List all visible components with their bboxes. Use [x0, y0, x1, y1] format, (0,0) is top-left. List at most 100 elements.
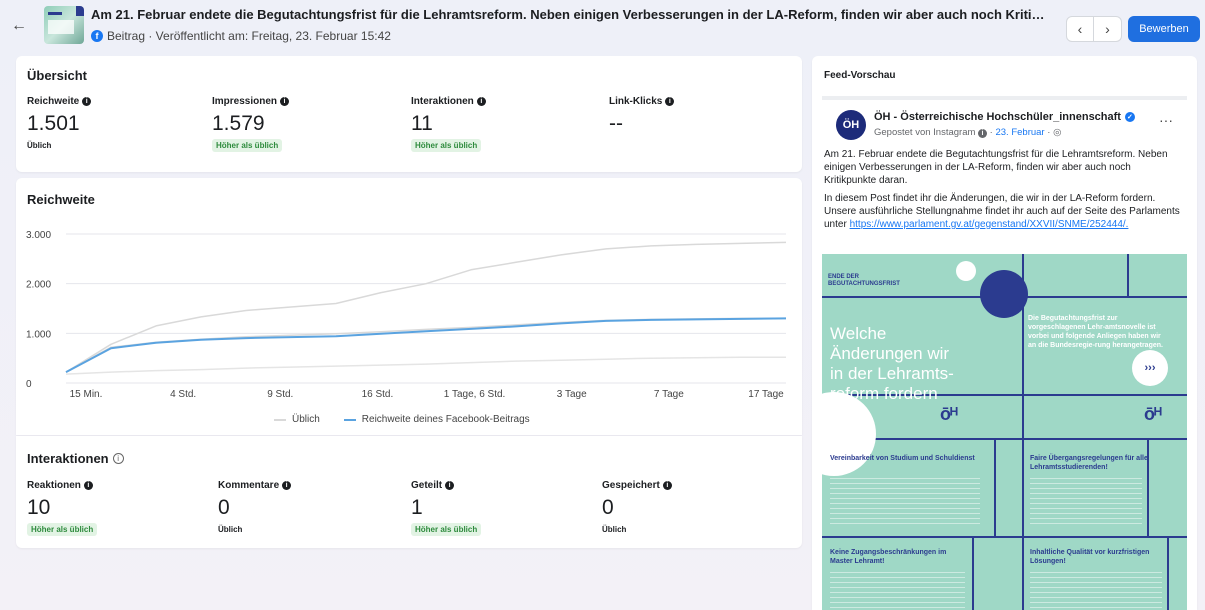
x-tick-label: 15 Min. — [70, 389, 103, 400]
chevron-left-icon: ‹ — [1077, 21, 1083, 37]
status-badge: Höher als üblich — [411, 523, 482, 536]
metric-label: Reaktionen — [27, 480, 81, 491]
metric-value: 10 — [27, 496, 51, 519]
info-icon[interactable]: i — [282, 481, 292, 490]
interactions-title: Interaktionen i — [27, 451, 124, 466]
poster-tag: ENDE DER BEGUTACHTUNGSFRIST — [828, 274, 900, 287]
y-tick-label: 3.000 — [26, 230, 51, 241]
post-date[interactable]: 23. Februar — [995, 127, 1044, 138]
info-icon[interactable]: i — [112, 453, 124, 464]
arrow-left-icon: ← — [11, 17, 27, 34]
verified-badge-icon: ✓ — [1124, 112, 1135, 122]
posted-via: Gepostet von Instagram i · 23. Februar ·… — [874, 127, 1062, 138]
metric-value: 0 — [602, 496, 614, 519]
info-icon[interactable]: i — [445, 481, 455, 490]
poster-box-body — [830, 572, 965, 610]
poster-box-body — [1030, 572, 1162, 610]
metric-interactions: Interaktionen i 11 Höher als üblich — [411, 96, 486, 153]
info-icon[interactable]: i — [476, 97, 486, 106]
poster-divider — [822, 438, 1187, 440]
info-icon[interactable]: i — [82, 97, 92, 106]
info-icon: i — [978, 129, 988, 138]
x-tick-label: 17 Tage — [748, 389, 784, 400]
page-name[interactable]: ÖH - Österreichische Hochschüler_innensc… — [874, 111, 1135, 123]
metric-value: -- — [609, 112, 623, 135]
metric-label: Gespeichert — [602, 480, 660, 491]
metric-reach: Reichweite i 1.501 Üblich — [27, 96, 92, 153]
facebook-post-preview: ÖH ÖH - Österreichische Hochschüler_inne… — [822, 96, 1187, 610]
metric-value: 1.579 — [212, 112, 265, 135]
legend-item-typical[interactable]: Üblich — [274, 414, 320, 425]
metric-label: Interaktionen — [411, 96, 474, 107]
x-tick-label: 9 Std. — [267, 389, 293, 400]
y-tick-label: 2.000 — [26, 280, 51, 291]
oeh-logo: ōᴴ — [1144, 404, 1162, 424]
info-icon[interactable]: i — [665, 97, 675, 106]
chart-legend: Üblich Reichweite deines Facebook-Beitra… — [274, 414, 530, 425]
overview-title: Übersicht — [27, 68, 87, 83]
avatar[interactable]: ÖH — [836, 110, 866, 140]
feed-preview-title: Feed-Vorschau — [824, 70, 896, 81]
metric-value: 1 — [411, 496, 423, 519]
previous-post-button[interactable]: ‹ — [1066, 16, 1094, 42]
x-tick-label: 7 Tage — [654, 389, 684, 400]
thumbnail-badge — [76, 6, 84, 16]
legend-label: Üblich — [292, 414, 320, 425]
poster-divider — [972, 538, 974, 610]
facebook-icon: f — [91, 30, 103, 42]
metric-shares: Geteilt i 1 Höher als üblich — [411, 480, 482, 537]
reach-card: Reichweite 3.000 2.000 1.000 0 15 Min. 4 Std.… — [16, 178, 802, 435]
status-badge: Höher als üblich — [27, 523, 98, 536]
poster-dot — [956, 261, 976, 281]
boost-button[interactable]: Bewerben — [1128, 16, 1200, 42]
oeh-logo: ōᴴ — [940, 404, 958, 424]
status-badge: Üblich — [27, 141, 52, 150]
poster-headline: Welche Änderungen wir in der Lehramts- r… — [830, 324, 954, 403]
post-header: ← Am 21. Februar endete die Begutachtung… — [0, 0, 1205, 52]
metric-link-clicks: Link-Klicks i -- — [609, 96, 675, 135]
chevron-right-icon: › — [1105, 21, 1110, 37]
status-badge: Höher als üblich — [212, 139, 283, 152]
metric-value: 11 — [411, 112, 433, 135]
parliament-link[interactable]: https://www.parlament.gv.at/gegenstand/X… — [850, 219, 1129, 230]
post-paragraph: In diesem Post findet ihr die Änderungen… — [824, 192, 1185, 231]
poster-divider — [1127, 254, 1129, 296]
post-meta-text: Beitrag · Veröffentlicht am: Freitag, 23… — [107, 29, 391, 43]
legend-swatch — [274, 418, 286, 421]
feed-preview-card: Feed-Vorschau ÖH ÖH - Österreichische Ho… — [812, 56, 1197, 610]
poster-box-title: Inhaltliche Qualität vor kurzfristigen L… — [1030, 549, 1150, 565]
x-tick-label: 3 Tage — [557, 389, 587, 400]
more-options-button[interactable]: ··· — [1159, 112, 1173, 128]
post-paragraph: Am 21. Februar endete die Begutachtungsf… — [824, 149, 1168, 186]
overview-card: Übersicht Reichweite i 1.501 Üblich Impre… — [16, 56, 802, 172]
interactions-card: Interaktionen i Reaktionen i 10 Höher als… — [16, 436, 802, 548]
reach-chart: 3.000 2.000 1.000 0 15 Min. 4 Std. 9 Std. 16 St… — [26, 230, 787, 400]
poster-dot — [822, 392, 876, 476]
next-post-button[interactable]: › — [1094, 16, 1122, 42]
post-thumbnail[interactable] — [44, 6, 84, 44]
poster-box-title: Faire Übergangsregelungen für alle Lehra… — [1030, 455, 1148, 471]
post-body: Am 21. Februar endete die Begutachtungsf… — [822, 148, 1187, 236]
poster-box-body — [830, 478, 980, 526]
status-badge: Üblich — [602, 525, 627, 534]
status-badge: Höher als üblich — [411, 139, 482, 152]
info-icon[interactable]: i — [280, 97, 290, 106]
series-line-typical — [65, 356, 786, 375]
info-icon[interactable]: i — [83, 481, 93, 490]
status-badge: Üblich — [218, 525, 243, 534]
y-tick-label: 0 — [26, 379, 32, 390]
page-name-text: ÖH - Österreichische Hochschüler_innensc… — [874, 111, 1121, 123]
metric-label: Reichweite — [27, 96, 80, 107]
metric-label: Geteilt — [411, 480, 443, 491]
metric-saves: Gespeichert i 0 Üblich — [602, 480, 672, 537]
back-button[interactable]: ← — [10, 17, 28, 35]
poster-side-text: Die Begutachtungsfrist zur vorgeschlagen… — [1028, 315, 1163, 349]
poster-divider — [822, 536, 1187, 538]
post-meta: f Beitrag · Veröffentlicht am: Freitag, … — [91, 29, 391, 43]
metric-comments: Kommentare i 0 Üblich — [218, 480, 292, 537]
poster-box-body — [1030, 478, 1142, 526]
post-image[interactable]: ENDE DER BEGUTACHTUNGSFRIST Welche Änder… — [822, 254, 1187, 610]
legend-swatch — [343, 418, 356, 421]
info-icon[interactable]: i — [662, 481, 672, 490]
legend-item-post-reach[interactable]: Reichweite deines Facebook-Beitrags — [343, 414, 530, 425]
